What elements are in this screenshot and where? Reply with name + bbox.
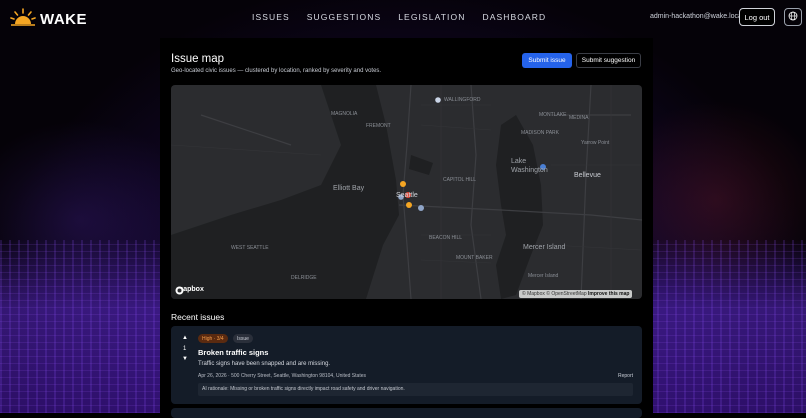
map-label-wallingford: WALLINGFORD [444,97,481,103]
map-label-beacon-hill: BEACON HILL [429,235,463,241]
issue-meta: Apr 26, 2026 · 500 Cherry Street, Seattl… [198,373,366,379]
attribution-text: © Mapbox © OpenStreetMap [522,291,587,297]
map-label-montlake: MONTLAKE [539,112,567,118]
submit-suggestion-button[interactable]: Submit suggestion [576,53,641,68]
mapbox-logo[interactable]: mapbox [175,286,204,295]
map-label-mercer-island-small: Mercer Island [528,273,559,279]
sun-icon [10,8,36,31]
ai-rationale: AI rationale: Missing or broken traffic … [202,386,405,392]
map-label-capitol-hill: CAPITOL HILL [443,177,477,183]
globe-icon [788,8,798,26]
issue-description: Traffic signs have been snapped and are … [198,361,331,367]
vote-count: 1 [183,346,187,352]
arrow-down-icon[interactable]: ▼ [182,356,188,362]
improve-map-link[interactable]: Improve this map [588,291,629,297]
map-label-elliott-bay: Elliott Bay [333,185,365,192]
map-label-west-seattle: WEST SEATTLE [231,245,269,251]
logo[interactable]: WAKE [10,8,87,31]
map-label-mercer-island: Mercer Island [523,244,566,251]
arrow-up-icon[interactable]: ▲ [182,335,188,341]
recent-issues-title: Recent issues [171,312,225,322]
issue-card-next[interactable] [171,408,642,418]
page-title: Issue map [171,53,225,65]
map-label-delridge: DELRIDGE [291,275,317,281]
app-name: WAKE [40,11,87,28]
issue-map[interactable]: WALLINGFORD MONTLAKE MAGNOLIA FREMONT CA… [171,85,642,299]
language-button[interactable] [784,8,802,26]
type-badge: Issue [233,334,253,343]
logout-button[interactable]: Log out [739,8,775,26]
issue-date: Apr 26, 2026 [198,373,227,379]
map-label-mount-baker: MOUNT BAKER [456,255,493,261]
map-attribution: © Mapbox © OpenStreetMap Improve this ma… [519,290,633,298]
page-subtitle: Geo-located civic issues — clustered by … [171,68,382,74]
map-label-yarrow-point: Yarrow Point [581,140,610,146]
main-nav: ISSUES SUGGESTIONS LEGISLATION DASHBOARD [252,12,546,22]
user-email: admin-hackathon@wake.local [650,13,744,20]
nav-item-legislation[interactable]: LEGISLATION [398,12,465,22]
map-label-medina: MEDINA [569,115,589,121]
map-label-fremont: FREMONT [366,123,391,129]
map-label-magnolia: MAGNOLIA [331,111,358,117]
map-label-bellevue: Bellevue [574,172,601,179]
map-label-seattle: Seattle [396,192,418,199]
issue-title[interactable]: Broken traffic signs [198,348,268,357]
nav-item-issues[interactable]: ISSUES [252,12,290,22]
nav-item-suggestions[interactable]: SUGGESTIONS [307,12,381,22]
header: WAKE ISSUES SUGGESTIONS LEGISLATION DASH… [0,0,806,36]
issue-address: 500 Cherry Street, Seattle, Washington 9… [231,373,366,379]
report-button[interactable]: Report [618,373,633,379]
severity-badge: High · 3/4 [198,334,228,343]
map-label-madison-park: MADISON PARK [521,130,559,136]
submit-issue-button[interactable]: Submit issue [522,53,572,68]
map-label-lake-washington: Lake Washington [511,158,548,174]
nav-item-dashboard[interactable]: DASHBOARD [482,12,546,22]
